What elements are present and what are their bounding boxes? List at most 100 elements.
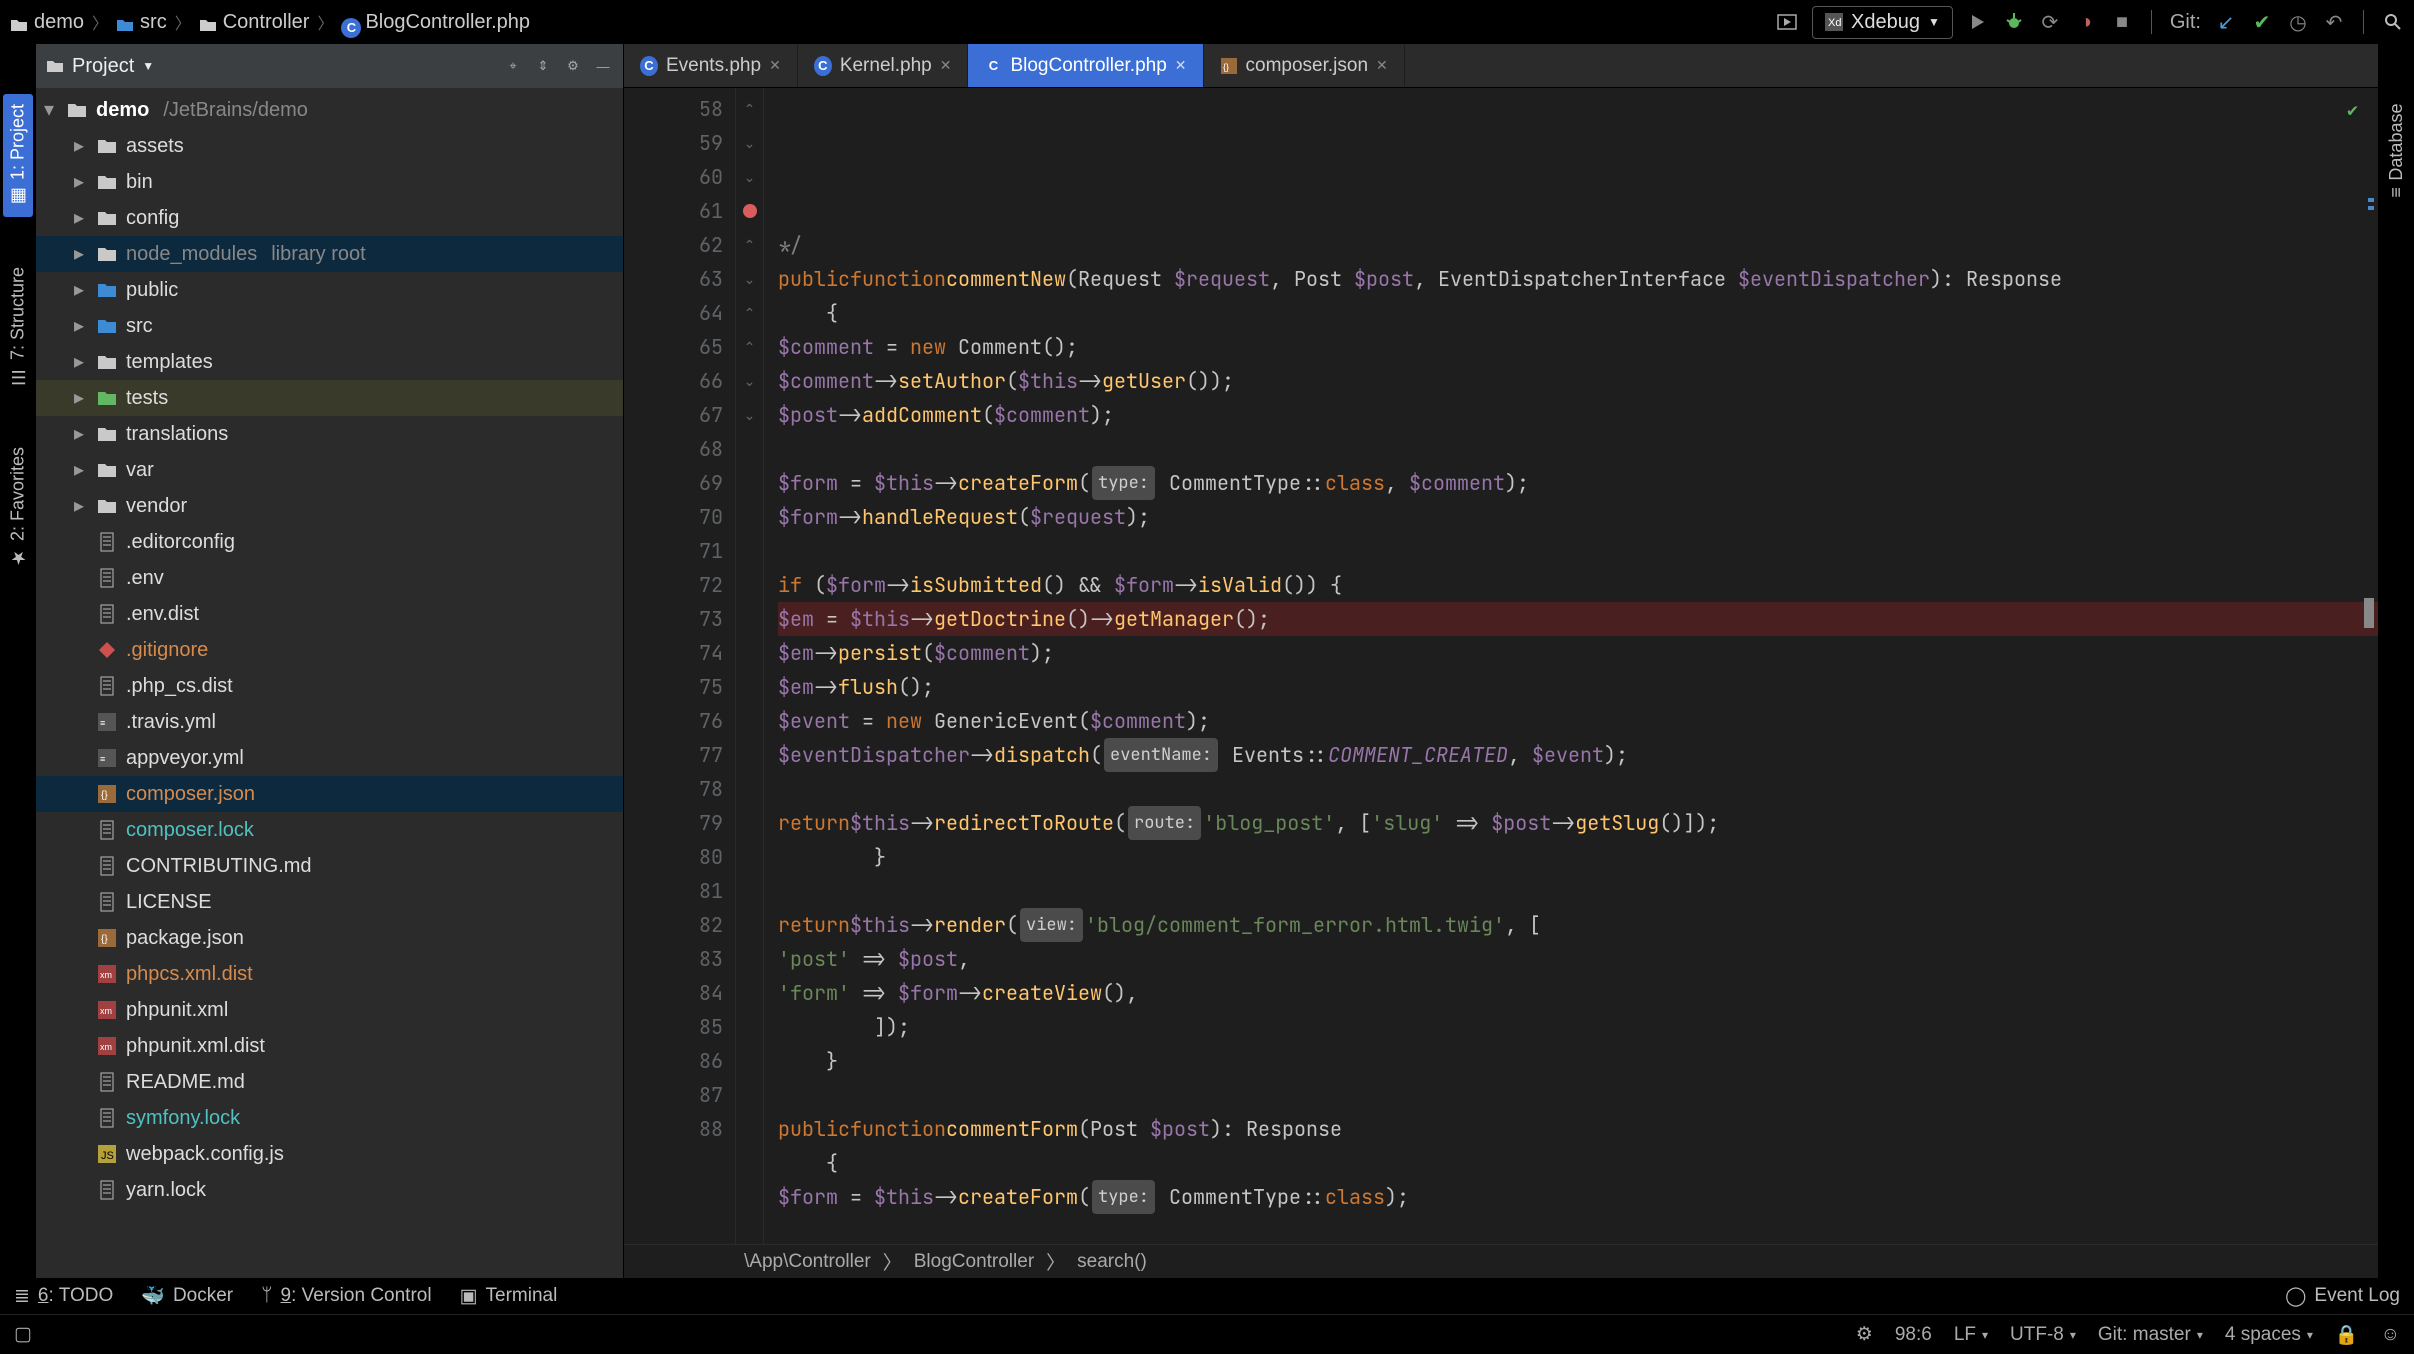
stop-icon[interactable]: ■ (2111, 11, 2133, 33)
breadcrumb-item[interactable]: src (116, 11, 167, 34)
tree-item[interactable]: .env.dist (36, 596, 623, 632)
tree-item[interactable]: composer.lock (36, 812, 623, 848)
code-line[interactable] (778, 534, 2378, 568)
expand-arrow-icon[interactable]: ▸ (74, 344, 88, 380)
breadcrumb-item[interactable]: CBlogController.php (341, 11, 530, 34)
editor-crumb-item[interactable]: search() (1077, 1251, 1147, 1273)
expand-arrow-icon[interactable]: ▸ (74, 164, 88, 200)
chevron-down-icon[interactable]: ▼ (142, 59, 154, 73)
tree-item[interactable]: ▸translations (36, 416, 623, 452)
run-target-icon[interactable] (1776, 11, 1798, 33)
inspections-ok-icon[interactable]: ✔ (2347, 94, 2358, 128)
editor-breadcrumb[interactable]: \App\Controller〉BlogController〉search() (624, 1244, 2378, 1278)
breadcrumb-item[interactable]: Controller (199, 11, 310, 34)
code-line[interactable]: $comment = new Comment(); (778, 330, 2378, 364)
code-line[interactable]: 'form' => $form->createView(), (778, 976, 2378, 1010)
expand-arrow-icon[interactable]: ▸ (74, 452, 88, 488)
expand-arrow-icon[interactable]: ▾ (44, 92, 58, 128)
locate-icon[interactable]: ⌖ (503, 56, 523, 76)
tree-item[interactable]: ▸node_moduleslibrary root (36, 236, 623, 272)
tool-docker[interactable]: 🐳Docker (141, 1284, 233, 1308)
code-line[interactable]: { (778, 296, 2378, 330)
tree-item[interactable]: ▸vendor (36, 488, 623, 524)
tree-item[interactable]: symfony.lock (36, 1100, 623, 1136)
tree-item[interactable]: CONTRIBUTING.md (36, 848, 623, 884)
code-line[interactable]: $comment->setAuthor($this->getUser()); (778, 364, 2378, 398)
code-line[interactable] (778, 1078, 2378, 1112)
encoding[interactable]: UTF-8 ▾ (2010, 1324, 2076, 1346)
tree-item[interactable]: ▸bin (36, 164, 623, 200)
tree-item[interactable]: .env (36, 560, 623, 596)
tree-item[interactable]: ▸assets (36, 128, 623, 164)
editor-crumb-item[interactable]: \App\Controller (744, 1251, 871, 1273)
code-line[interactable]: */ (778, 228, 2378, 262)
expand-arrow-icon[interactable]: ▸ (74, 488, 88, 524)
code-line[interactable]: $form->handleRequest($request); (778, 500, 2378, 534)
code-line[interactable]: { (778, 1146, 2378, 1180)
close-icon[interactable]: ✕ (1376, 57, 1388, 74)
tree-item[interactable]: JSwebpack.config.js (36, 1136, 623, 1172)
code-line[interactable]: if ($form->isSubmitted() && $form->isVal… (778, 568, 2378, 602)
search-icon[interactable] (2382, 11, 2404, 33)
tree-item[interactable]: ▸config (36, 200, 623, 236)
tree-item[interactable]: README.md (36, 1064, 623, 1100)
close-icon[interactable]: ✕ (940, 57, 952, 74)
editor-tab[interactable]: {}composer.json✕ (1204, 44, 1405, 87)
close-icon[interactable]: ✕ (769, 57, 781, 74)
tool-versioncontrol[interactable]: ᛘ9: Version Control (261, 1284, 431, 1308)
sidebar-tab-favorites[interactable]: ★2: Favorites (3, 437, 33, 578)
close-icon[interactable]: ✕ (1175, 57, 1187, 74)
code-line[interactable]: ]); (778, 1010, 2378, 1044)
tree-item[interactable]: LICENSE (36, 884, 623, 920)
code-line[interactable]: return $this->render(view: 'blog/comment… (778, 908, 2378, 942)
code-line[interactable]: $form = $this->createForm(type: CommentT… (778, 1180, 2378, 1214)
tree-item[interactable]: ▸public (36, 272, 623, 308)
scrollbar-marks[interactable] (2358, 88, 2378, 1244)
code-line[interactable]: $event = new GenericEvent($comment); (778, 704, 2378, 738)
hide-icon[interactable]: — (593, 56, 613, 76)
coverage-icon[interactable]: ⟳ (2039, 11, 2061, 33)
tree-item[interactable]: ▸tests (36, 380, 623, 416)
tree-item[interactable]: ▸var (36, 452, 623, 488)
code-line[interactable]: return $this->redirectToRoute(route: 'bl… (778, 806, 2378, 840)
sidebar-tab-structure[interactable]: ☰7: Structure (3, 257, 33, 397)
run-config-selector[interactable]: Xd Xdebug ▼ (1812, 6, 1953, 39)
code-line[interactable]: $em->persist($comment); (778, 636, 2378, 670)
profile-icon[interactable]: ◑ (2075, 11, 2097, 33)
code-line[interactable] (778, 432, 2378, 466)
tree-item[interactable]: yarn.lock (36, 1172, 623, 1208)
project-tree[interactable]: ▾demo/JetBrains/demo▸assets▸bin▸config▸n… (36, 88, 623, 1278)
tool-todo[interactable]: ≣6: TODO (14, 1284, 113, 1308)
code-line[interactable] (778, 772, 2378, 806)
code-line[interactable]: $em->flush(); (778, 670, 2378, 704)
tree-item[interactable]: xmphpcs.xml.dist (36, 956, 623, 992)
code-line[interactable]: $em = $this->getDoctrine()->getManager()… (778, 602, 2378, 636)
tree-item[interactable]: {}composer.json (36, 776, 623, 812)
fold-column[interactable]: ⌃⌄⌄⌃⌄⌃⌃⌄⌄ (736, 88, 764, 1244)
sidebar-tab-database[interactable]: ≡ Database (2382, 94, 2411, 208)
code-editor[interactable]: ✔ */ public function commentNew(Request … (764, 88, 2378, 1244)
gear-icon[interactable]: ⚙ (563, 56, 583, 76)
sidebar-tab-project[interactable]: ▦1: Project (3, 94, 33, 217)
tree-item[interactable]: {}package.json (36, 920, 623, 956)
collapse-icon[interactable]: ⇕ (533, 56, 553, 76)
tree-item[interactable]: xmphpunit.xml.dist (36, 1028, 623, 1064)
code-line[interactable]: $form = $this->createForm(type: CommentT… (778, 466, 2378, 500)
event-log-button[interactable]: ◯ Event Log (2285, 1285, 2400, 1308)
expand-arrow-icon[interactable]: ▸ (74, 128, 88, 164)
expand-arrow-icon[interactable]: ▸ (74, 416, 88, 452)
expand-arrow-icon[interactable]: ▸ (74, 308, 88, 344)
line-gutter[interactable]: 5859606162636465666768697071727374757677… (624, 88, 736, 1244)
breadcrumb-item[interactable]: demo (10, 11, 84, 34)
editor-tab[interactable]: CBlogController.php✕ (968, 44, 1203, 87)
commit-icon[interactable]: ✔ (2251, 11, 2273, 33)
tool-windows-icon[interactable]: ▢ (14, 1323, 32, 1346)
tool-terminal[interactable]: ▣Terminal (460, 1284, 558, 1308)
code-line[interactable]: } (778, 1044, 2378, 1078)
tree-item[interactable]: ▸src (36, 308, 623, 344)
expand-arrow-icon[interactable]: ▸ (74, 272, 88, 308)
code-line[interactable] (778, 1214, 2378, 1244)
git-branch[interactable]: Git: master ▾ (2098, 1324, 2203, 1346)
inspector-icon[interactable]: ☺ (2381, 1324, 2400, 1346)
revert-icon[interactable]: ↶ (2323, 11, 2345, 33)
